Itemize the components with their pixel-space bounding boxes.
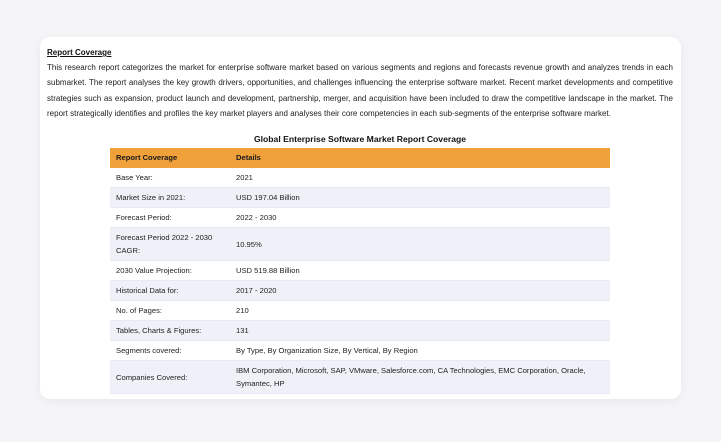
table-row: 2030 Value Projection: USD 519.88 Billio… bbox=[110, 260, 610, 282]
row-value: 10.95% bbox=[230, 227, 610, 262]
row-value: 2022 - 2030 bbox=[230, 207, 610, 229]
row-key: Segments covered: bbox=[110, 340, 230, 362]
row-key: Forecast Period 2022 - 2030 CAGR: bbox=[110, 227, 230, 262]
row-value: 131 bbox=[230, 320, 610, 342]
table-row: Forecast Period: 2022 - 2030 bbox=[110, 207, 610, 229]
row-value: By Type, By Organization Size, By Vertic… bbox=[230, 340, 610, 362]
row-value: 210 bbox=[230, 300, 610, 322]
row-key: Companies Covered: bbox=[110, 360, 230, 395]
row-key: 2030 Value Projection: bbox=[110, 260, 230, 282]
row-value: 2021 bbox=[230, 167, 610, 189]
row-key: Historical Data for: bbox=[110, 280, 230, 302]
table-header-row: Report Coverage Details bbox=[110, 147, 610, 168]
report-coverage-card: Report Coverage This research report cat… bbox=[40, 37, 681, 399]
row-value: 2017 - 2020 bbox=[230, 280, 610, 302]
row-value: IBM Corporation, Microsoft, SAP, VMware,… bbox=[230, 360, 610, 395]
table-row: Base Year: 2021 bbox=[110, 167, 610, 189]
row-key: Tables, Charts & Figures: bbox=[110, 320, 230, 342]
row-value: USD 519.88 Billion bbox=[230, 260, 610, 282]
row-key: Forecast Period: bbox=[110, 207, 230, 229]
table-row: Segments covered: By Type, By Organizati… bbox=[110, 340, 610, 362]
header-report-coverage: Report Coverage bbox=[110, 147, 230, 168]
table-row: Tables, Charts & Figures: 131 bbox=[110, 320, 610, 342]
section-heading: Report Coverage bbox=[47, 48, 112, 57]
row-key: Base Year: bbox=[110, 167, 230, 189]
table-row: No. of Pages: 210 bbox=[110, 300, 610, 322]
row-key: Market Size in 2021: bbox=[110, 187, 230, 209]
intro-paragraph: This research report categorizes the mar… bbox=[47, 63, 673, 119]
row-value: USD 197.04 Billion bbox=[230, 187, 610, 209]
table-row: Companies Covered: IBM Corporation, Micr… bbox=[110, 360, 610, 395]
table-row: Historical Data for: 2017 - 2020 bbox=[110, 280, 610, 302]
table-title: Global Enterprise Software Market Report… bbox=[253, 133, 467, 144]
table-row: Market Size in 2021: USD 197.04 Billion bbox=[110, 187, 610, 209]
table-row: Forecast Period 2022 - 2030 CAGR: 10.95% bbox=[110, 227, 610, 262]
coverage-table: Report Coverage Details Base Year: 2021 … bbox=[110, 147, 610, 395]
row-key: No. of Pages: bbox=[110, 300, 230, 322]
header-details: Details bbox=[230, 147, 610, 168]
